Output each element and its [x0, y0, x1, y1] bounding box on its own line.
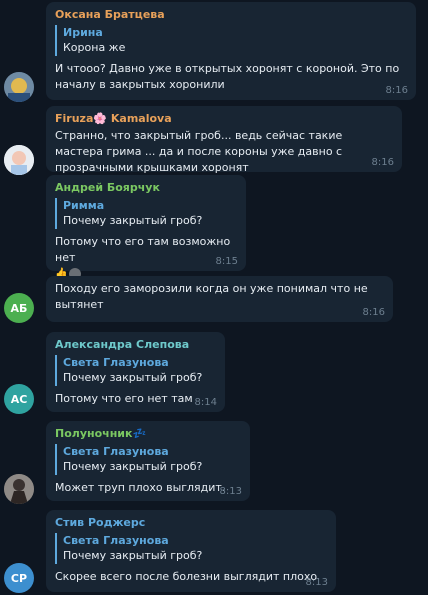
quote-author: Римма: [63, 199, 105, 212]
quote-text: Почему закрытый гроб?: [63, 371, 203, 384]
sender-name[interactable]: Оксана Братцева: [55, 7, 407, 22]
message-bubble[interactable]: Firuza🌸 Kamalova Странно, что закрытый г…: [46, 106, 402, 174]
sender-name[interactable]: Андрей Боярчук: [55, 180, 237, 195]
message-text: Потому что его нет там: [55, 392, 193, 405]
quote-author: Света Глазунова: [63, 534, 169, 547]
message-time: 8:16: [385, 85, 408, 96]
message-bubble[interactable]: Полуночник💤 Света Глазунова Почему закры…: [46, 421, 250, 501]
quote-author: Ирина: [63, 26, 103, 39]
reply-quote[interactable]: Римма Почему закрытый гроб?: [55, 198, 237, 229]
message-bubble[interactable]: Стив Роджерс Света Глазунова Почему закр…: [46, 510, 336, 592]
message-bubble[interactable]: Оксана Братцева Ирина Корона же И чтооо?…: [46, 2, 416, 100]
reply-quote[interactable]: Света Глазунова Почему закрытый гроб?: [55, 533, 327, 564]
avatar-initials: АБ: [10, 301, 28, 315]
avatar[interactable]: [4, 72, 34, 102]
message-time: 8:16: [362, 307, 385, 318]
sender-name[interactable]: Александра Слепова: [55, 337, 216, 352]
message-text: Походу его заморозили когда он уже поним…: [55, 282, 368, 311]
quote-author: Света Глазунова: [63, 445, 169, 458]
message-time: 8:14: [194, 397, 217, 408]
message-text: Скорее всего после болезни выглядит плох…: [55, 570, 318, 583]
avatar[interactable]: АБ: [4, 293, 34, 323]
message-bubble[interactable]: Походу его заморозили когда он уже поним…: [46, 276, 393, 322]
quote-text: Почему закрытый гроб?: [63, 549, 203, 562]
avatar[interactable]: [4, 145, 34, 175]
quote-text: Почему закрытый гроб?: [63, 214, 203, 227]
avatar[interactable]: [4, 474, 34, 504]
reply-quote[interactable]: Света Глазунова Почему закрытый гроб?: [55, 444, 241, 475]
sender-name[interactable]: Firuza🌸 Kamalova: [55, 111, 393, 126]
avatar[interactable]: АС: [4, 384, 34, 414]
message-time: 8:15: [215, 256, 238, 267]
sender-name[interactable]: Стив Роджерс: [55, 515, 327, 530]
message-bubble[interactable]: Александра Слепова Света Глазунова Почем…: [46, 332, 225, 412]
reply-quote[interactable]: Света Глазунова Почему закрытый гроб?: [55, 355, 216, 386]
message-text: Потому что его там возможно нет: [55, 235, 231, 264]
avatar[interactable]: СР: [4, 563, 34, 593]
avatar-initials: СР: [10, 571, 28, 585]
sender-name[interactable]: Полуночник💤: [55, 426, 241, 441]
message-time: 8:13: [219, 486, 242, 497]
message-time: 8:16: [371, 157, 394, 168]
message-time: 8:13: [305, 577, 328, 588]
reply-quote[interactable]: Ирина Корона же: [55, 25, 407, 56]
quote-text: Почему закрытый гроб?: [63, 460, 203, 473]
message-bubble[interactable]: Андрей Боярчук Римма Почему закрытый гро…: [46, 175, 246, 280]
message-text: И чтооо? Давно уже в открытых хоронят с …: [55, 62, 400, 91]
avatar-initials: АС: [10, 392, 28, 406]
quote-author: Света Глазунова: [63, 356, 169, 369]
quote-text: Корона же: [63, 41, 126, 54]
message-text: Может труп плохо выглядит.: [55, 481, 226, 494]
message-text: Странно, что закрытый гроб... ведь сейча…: [55, 129, 343, 174]
